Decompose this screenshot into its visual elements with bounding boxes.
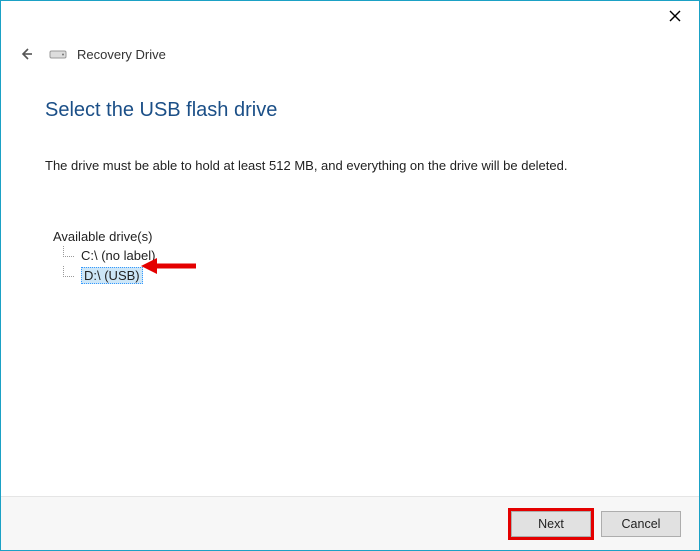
drive-item-c[interactable]: C:\ (no label) [63, 246, 659, 266]
close-icon [669, 10, 681, 22]
drive-item-label: C:\ (no label) [81, 248, 155, 263]
available-drives-label: Available drive(s) [53, 229, 659, 244]
drive-item-d[interactable]: D:\ (USB) [63, 266, 659, 286]
drive-icon [49, 48, 67, 60]
window-title: Recovery Drive [77, 47, 166, 62]
arrow-left-icon [18, 46, 34, 62]
close-button[interactable] [657, 5, 693, 27]
wizard-footer: Next Cancel [1, 496, 699, 550]
wizard-header: Recovery Drive [1, 29, 699, 67]
page-title: Select the USB flash drive [45, 99, 659, 122]
drive-tree: C:\ (no label) D:\ (USB) [63, 246, 659, 286]
back-button[interactable] [13, 41, 39, 67]
cancel-button[interactable]: Cancel [601, 511, 681, 537]
drive-item-label: D:\ (USB) [81, 267, 143, 284]
next-button[interactable]: Next [511, 511, 591, 537]
instruction-text: The drive must be able to hold at least … [45, 158, 659, 173]
